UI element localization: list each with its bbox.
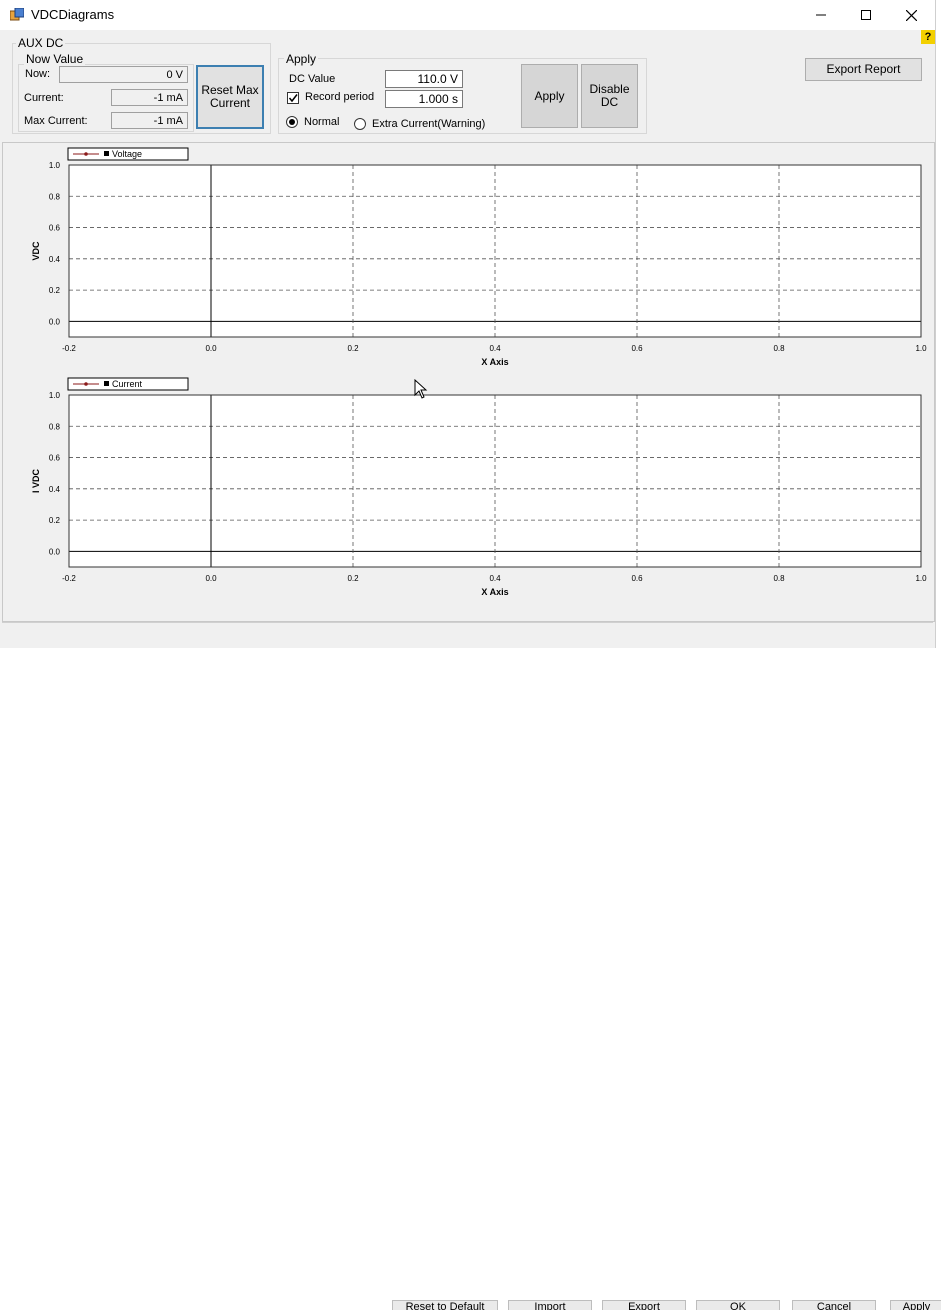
checkmark-icon [288,94,298,103]
maximize-icon [861,10,871,20]
y-tick-label: 1.0 [49,161,61,170]
x-axis-label: X Axis [481,587,508,597]
mouse-pointer-icon [414,379,428,399]
close-icon [905,9,917,21]
y-tick-label: 0.8 [49,192,61,201]
y-tick-label: 0.0 [49,547,61,556]
reset-max-current-button[interactable]: Reset Max Current [196,65,264,129]
now-value-title: Now Value [24,52,86,66]
app-icon [10,8,24,21]
legend-label: Current [112,379,143,389]
dc-value-label: DC Value [289,73,336,85]
legend: Current [67,377,189,391]
legend-square [104,381,109,386]
y-tick-label: 0.2 [49,286,61,295]
chart-2: 0.0 0.2 0.4 0.6 0.8 1.0 -0.2 0.0 0.2 0.4 0.6 0.8 1.0… [31,377,927,597]
y-axis-label: I VDC [31,469,41,494]
x-tick-label: 0.6 [631,574,643,583]
y-tick-label: 0.4 [49,485,61,494]
record-period-checkbox[interactable] [287,92,299,104]
normal-radio[interactable] [286,116,298,128]
x-tick-label: 0.0 [205,344,217,353]
maximize-button[interactable] [843,0,889,30]
bg-cancel-button[interactable]: Cancel [792,1300,876,1310]
disable-dc-button[interactable]: Disable DC [581,64,638,128]
x-tick-label: 0.8 [773,344,785,353]
close-button[interactable] [888,0,934,30]
x-tick-label: -0.2 [62,574,76,583]
vdc-diagrams-window: VDCDiagrams ? AUX DC Now Value Now: 0 V … [0,0,936,657]
chart-area: 0.0 0.2 0.4 0.6 0.8 1.0 -0.2 0.0 0.2 0.4 0.6 0.8 1.0… [2,142,935,622]
x-tick-label: 0.4 [489,574,501,583]
minimize-button[interactable] [798,0,844,30]
record-period-input[interactable]: 1.000 s [385,90,463,108]
x-tick-label: 0.2 [347,574,359,583]
y-tick-label: 0.8 [49,422,61,431]
now-value-field: 0 V [59,66,188,83]
export-report-button[interactable]: Export Report [805,58,922,81]
bg-apply-button[interactable]: Apply [890,1300,941,1310]
x-tick-label: 0.6 [631,344,643,353]
current-value-field: -1 mA [111,89,188,106]
legend-marker [84,382,88,386]
x-tick-label: 0.8 [773,574,785,583]
y-tick-label: 0.0 [49,317,61,326]
y-tick-label: 0.6 [49,224,61,233]
bg-export-button[interactable]: Export [602,1300,686,1310]
y-tick-label: 0.4 [49,255,61,264]
title-bar: VDCDiagrams [0,0,935,30]
bg-ok-button[interactable]: OK [696,1300,780,1310]
extra-current-radio-label: Extra Current(Warning) [372,118,486,130]
legend-square [104,151,109,156]
apply-button[interactable]: Apply [521,64,578,128]
chart-1: 0.0 0.2 0.4 0.6 0.8 1.0 -0.2 0.0 0.2 0.4 0.6 0.8 1.0… [31,147,927,367]
minimize-icon [816,14,826,16]
y-tick-label: 0.6 [49,454,61,463]
x-tick-label: 1.0 [915,574,927,583]
legend-marker [84,152,88,156]
y-axis-label: VDC [31,241,41,261]
help-button[interactable]: ? [921,30,935,44]
dc-value-input[interactable]: 110.0 V [385,70,463,88]
now-label: Now: [25,68,51,80]
x-tick-label: 0.0 [205,574,217,583]
bg-reset-to-default-button[interactable]: Reset to Default [392,1300,498,1310]
max-current-value-field: -1 mA [111,112,188,129]
status-bar [2,622,933,649]
window-title: VDCDiagrams [31,7,115,22]
y-tick-label: 0.2 [49,516,61,525]
x-tick-label: 0.4 [489,344,501,353]
current-label: Current: [24,92,64,104]
normal-radio-label: Normal [304,116,340,128]
x-tick-label: 1.0 [915,344,927,353]
record-period-label: Record period [305,91,375,103]
apply-group-title: Apply [284,52,319,66]
legend-label: Voltage [112,149,142,159]
extra-current-radio[interactable] [354,118,366,130]
charts-svg: 0.0 0.2 0.4 0.6 0.8 1.0 -0.2 0.0 0.2 0.4 0.6 0.8 1.0… [31,147,927,597]
legend: Voltage [67,147,189,161]
max-current-label: Max Current: [24,115,88,127]
background-window-strip: Reset to Default Import Export OK Cancel… [0,648,941,1310]
x-tick-label: 0.2 [347,344,359,353]
x-axis-label: X Axis [481,357,508,367]
y-tick-label: 1.0 [49,391,61,400]
x-tick-label: -0.2 [62,344,76,353]
bg-import-button[interactable]: Import [508,1300,592,1310]
aux-dc-title: AUX DC [16,36,66,50]
